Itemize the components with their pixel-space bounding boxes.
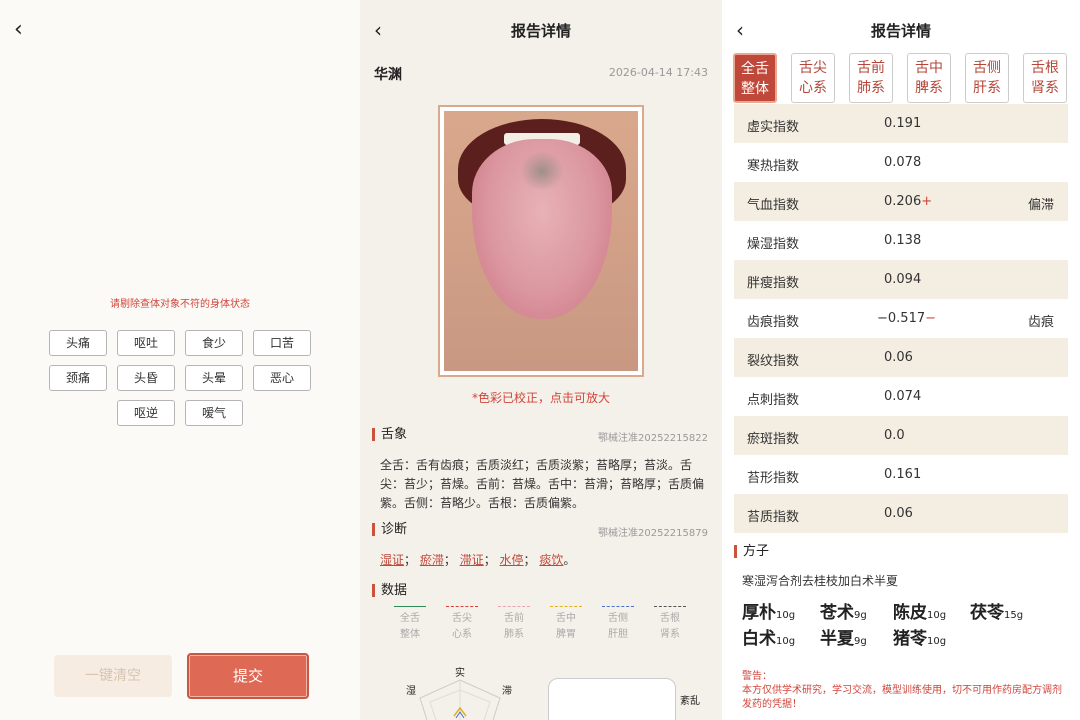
legend-item[interactable]: 舌根 肾系	[652, 606, 688, 643]
legend-item[interactable]: 舌中 脾胃	[548, 606, 584, 643]
tab-tongue-middle[interactable]: 舌中 脾系	[907, 53, 951, 103]
trend-mark: −	[925, 311, 937, 326]
chart-label: 紊乱	[680, 696, 700, 707]
report-date: 2026-04-14 17:43	[608, 66, 708, 79]
index-panel: ‹ 报告详情 全舌 整体 舌尖 心系 舌前 肺系 舌中 脾系 舌侧 肝系 舌根 肾系 虚实指…	[722, 0, 1080, 720]
symptom-chip[interactable]: 嗳气	[185, 400, 243, 426]
symptom-chip[interactable]: 头昏	[117, 365, 175, 391]
tab-tongue-root[interactable]: 舌根 肾系	[1023, 53, 1067, 103]
herb-item: 猪苓10g	[893, 629, 947, 649]
tongue-photo[interactable]	[438, 105, 644, 377]
report-header: ‹ 报告详情	[360, 0, 722, 48]
index-row: 点刺指数 0.074	[747, 389, 922, 408]
index-row: 寒热指数 0.078	[747, 155, 922, 174]
index-row: 胖瘦指数 0.094	[734, 260, 1068, 299]
diagnosis-link[interactable]: 水停	[500, 553, 524, 567]
page-title: 报告详情	[870, 22, 931, 40]
herb-item: 苍术9g	[820, 603, 867, 623]
herb-item: 厚朴10g	[742, 603, 796, 623]
herb-item: 茯苓15g	[970, 603, 1024, 623]
clear-all-button[interactable]: 一键清空	[54, 655, 172, 697]
diagnosis-link[interactable]: 湿证	[380, 553, 404, 567]
symptom-chip[interactable]: 食少	[185, 330, 243, 356]
index-row: 苔质指数 0.06	[734, 494, 1068, 533]
tab-tongue-tip[interactable]: 舌尖 心系	[791, 53, 835, 103]
patient-name: 华渊	[374, 67, 402, 83]
symptom-chip[interactable]: 口苦	[253, 330, 311, 356]
diagnosis-link[interactable]: 痰饮	[539, 553, 563, 567]
diagnosis-link[interactable]: 瘀滞	[420, 553, 444, 567]
index-row: 苔形指数 0.161	[747, 467, 922, 486]
symptom-chip[interactable]: 头晕	[185, 365, 243, 391]
submit-button[interactable]: 提交	[187, 653, 309, 699]
trend-mark: +	[921, 194, 933, 209]
symptom-chip[interactable]: 颈痛	[49, 365, 107, 391]
index-row: 裂纹指数 0.06	[734, 338, 1068, 377]
legend-item[interactable]: 舌前 肺系	[496, 606, 532, 643]
index-row: 瘀斑指数 0.0	[734, 416, 1068, 455]
diagnosis-registration: 鄂械注准20252215879	[598, 528, 708, 539]
tongue-description: 全舌：舌有齿痕；舌质淡红；舌质淡紫；苔略厚；苔淡。舌尖：苔少；苔燥。舌前：苔燥。…	[380, 458, 705, 510]
formula-name: 寒湿泻合剂去桂枝加白术半夏	[742, 574, 899, 588]
index-row: 齿痕指数 −0.517− 齿痕	[747, 311, 1054, 330]
detail-header: ‹ 报告详情	[722, 0, 1080, 48]
symptom-chip[interactable]: 呕吐	[117, 330, 175, 356]
index-tag: 偏滞	[1027, 198, 1054, 213]
diagnosis-list: 湿证； 瘀滞； 滞证； 水停； 痰饮。	[380, 553, 576, 567]
page-title: 报告详情	[510, 22, 571, 40]
radar-chart	[419, 679, 501, 720]
report-panel: ‹ 报告详情 华渊 2026-04-14 17:43 *色彩已校正，点击可放大 …	[360, 0, 722, 720]
tab-tongue-side[interactable]: 舌侧 肝系	[965, 53, 1009, 103]
symptom-chip[interactable]: 头痛	[49, 330, 107, 356]
index-row: 燥湿指数 0.138	[747, 233, 922, 252]
tongue-registration: 鄂械注准20252215822	[598, 433, 708, 444]
tab-tongue-front[interactable]: 舌前 肺系	[849, 53, 893, 103]
tab-whole-tongue[interactable]: 全舌 整体	[733, 53, 777, 103]
formula-section-title: 方子	[734, 545, 769, 558]
legend-item[interactable]: 舌尖 心系	[444, 606, 480, 643]
index-row: 气血指数 0.206+ 偏滞	[734, 182, 1068, 221]
symptom-panel: ‹ 请剔除查体对象不符的身体状态 头痛 呕吐 食少 口苦 颈痛 头昏 头晕 恶心…	[0, 0, 360, 720]
symptom-chip[interactable]: 恶心	[253, 365, 311, 391]
disclaimer-text: 本方仅供学术研究，学习交流，模型训练使用，切不可用作药房配方调剂发药的凭据！	[742, 685, 1062, 710]
photo-note[interactable]: *色彩已校正，点击可放大	[360, 389, 722, 406]
data-section-title: 数据	[372, 584, 407, 597]
herb-item: 白术10g	[742, 629, 796, 649]
herb-item: 陈皮10g	[893, 603, 947, 623]
symptom-chip[interactable]: 呕逆	[117, 400, 175, 426]
index-tag: 齿痕	[1027, 315, 1054, 330]
symptom-hint: 请剔除查体对象不符的身体状态	[110, 299, 250, 310]
back-icon[interactable]: ‹	[14, 18, 34, 42]
disclaimer-title: 警告：	[742, 671, 772, 682]
herb-item: 半夏9g	[820, 629, 867, 649]
legend-item[interactable]: 全舌 整体	[392, 606, 428, 643]
diagnosis-link[interactable]: 滞证	[460, 553, 484, 567]
diagnosis-section-title: 诊断	[372, 523, 407, 536]
legend-item[interactable]: 舌侧 肝胆	[600, 606, 636, 643]
tongue-section-title: 舌象	[372, 428, 407, 441]
index-row: 虚实指数 0.191	[734, 104, 1068, 143]
tongue-image[interactable]	[444, 111, 638, 371]
disclaimer: 警告： 本方仅供学术研究，学习交流，模型训练使用，切不可用作药房配方调剂发药的凭…	[742, 670, 1062, 712]
chart-box	[548, 678, 676, 720]
